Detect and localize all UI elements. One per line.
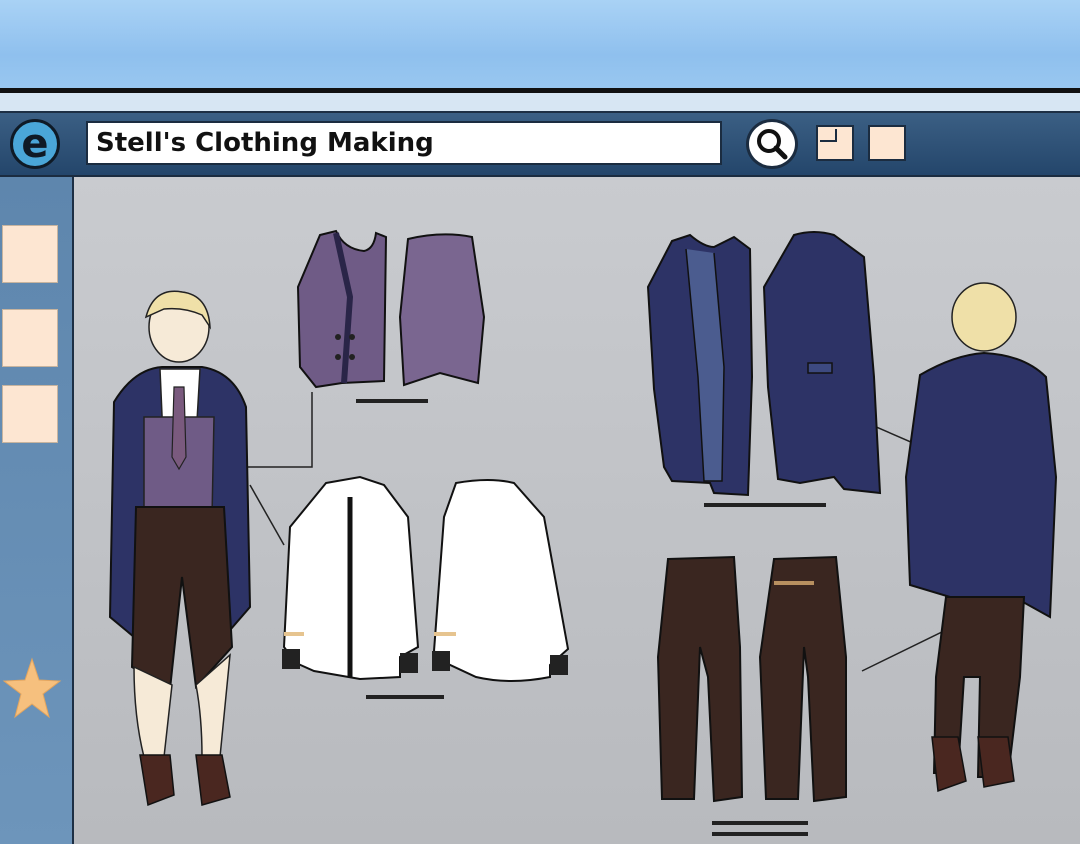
trousers-label: [712, 821, 808, 836]
clothing-design-sheet: [108, 229, 1058, 836]
coat-front: [646, 233, 754, 497]
sidebar-item-3[interactable]: [2, 385, 58, 443]
title-bar: [0, 93, 1080, 113]
trousers-front: [656, 555, 744, 803]
sidebar-item-1[interactable]: [2, 225, 58, 283]
back-figure: [904, 282, 1058, 793]
sidebar: [0, 177, 74, 844]
maximize-window-button[interactable]: [868, 125, 906, 161]
shirt-back: [432, 479, 570, 682]
vest-label: [356, 399, 428, 403]
coat-label: [704, 503, 826, 507]
sidebar-item-2[interactable]: [2, 309, 58, 367]
vest-back: [398, 233, 486, 387]
restore-window-button[interactable]: [816, 125, 854, 161]
vest-front: [296, 229, 388, 389]
internet-explorer-icon[interactable]: e: [10, 119, 60, 169]
address-bar[interactable]: Stell's Clothing Making: [86, 121, 722, 165]
front-figure: [108, 290, 252, 807]
design-canvas: [74, 177, 1080, 844]
coat-back: [762, 231, 882, 495]
shirt-front: [282, 475, 420, 681]
search-button[interactable]: [746, 119, 798, 169]
search-icon: [757, 129, 788, 160]
trousers-back: [758, 555, 847, 803]
shirt-label: [366, 695, 444, 699]
sky-background: [0, 0, 1080, 92]
window-restore-icon: [820, 129, 837, 142]
star-icon[interactable]: [2, 655, 62, 721]
address-bar-text: Stell's Clothing Making: [96, 128, 434, 158]
